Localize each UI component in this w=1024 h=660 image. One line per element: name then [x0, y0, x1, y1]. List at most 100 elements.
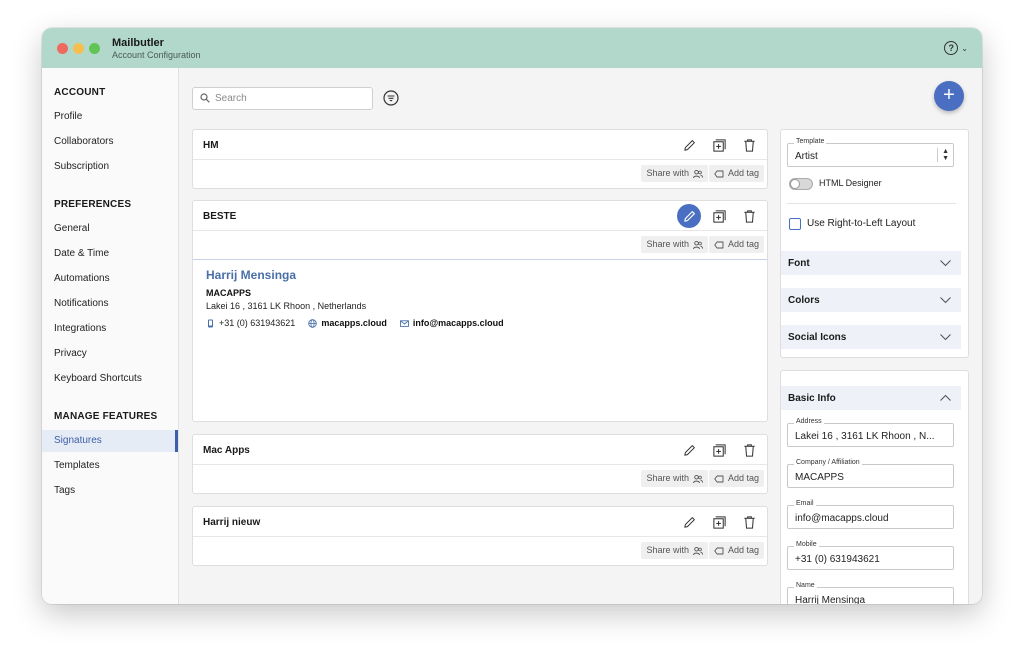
card-header: BESTE	[193, 201, 767, 231]
filter-icon[interactable]	[383, 90, 399, 106]
add-tag-button[interactable]: Add tag	[708, 470, 764, 487]
company-field[interactable]: Company / Affiliation MACAPPS	[787, 459, 954, 488]
address-field[interactable]: Address Lakei 16 , 3161 LK Rhoon , N...	[787, 418, 954, 447]
people-icon	[693, 240, 703, 249]
basic-info-section-header[interactable]: Basic Info	[781, 386, 961, 410]
edit-button[interactable]	[677, 135, 701, 155]
duplicate-button[interactable]	[707, 206, 731, 226]
mobile-value: +31 (0) 631943621	[795, 554, 880, 565]
sidebar-item-profile[interactable]: Profile	[42, 106, 178, 128]
signature-contact-line: +31 (0) 631943621 macapps.cloud info@mac…	[206, 318, 517, 328]
signature-website[interactable]: macapps.cloud	[321, 318, 387, 328]
people-icon	[693, 546, 703, 555]
sidebar-item-signatures[interactable]: Signatures	[42, 430, 178, 452]
edit-button[interactable]	[677, 204, 701, 228]
duplicate-button[interactable]	[707, 512, 731, 532]
app-subtitle: Account Configuration	[112, 50, 201, 60]
sidebar-item-tags[interactable]: Tags	[42, 480, 178, 502]
mobile-field[interactable]: Mobile +31 (0) 631943621	[787, 541, 954, 570]
html-designer-toggle[interactable]	[789, 178, 813, 190]
name-field[interactable]: Name Harrij Mensinga	[787, 582, 954, 604]
share-with-label: Share with	[646, 545, 689, 555]
company-label: Company / Affiliation	[794, 459, 862, 466]
mobile-label: Mobile	[794, 541, 819, 548]
duplicate-button[interactable]	[707, 440, 731, 460]
add-tag-label: Add tag	[727, 239, 759, 249]
html-designer-label: HTML Designer	[819, 178, 882, 188]
card-header: Harrij nieuw	[193, 507, 767, 537]
sidebar-heading-account: ACCOUNT	[54, 87, 106, 98]
sidebar-item-collaborators[interactable]: Collaborators	[42, 131, 178, 153]
tag-icon	[714, 241, 724, 248]
font-section-header[interactable]: Font	[781, 251, 961, 275]
help-menu-button[interactable]: ? ⌄	[944, 41, 968, 55]
email-value: info@macapps.cloud	[795, 513, 889, 524]
delete-button[interactable]	[737, 440, 761, 460]
pencil-icon	[683, 210, 695, 222]
tag-icon	[714, 170, 724, 177]
trash-icon	[743, 209, 755, 223]
sidebar: ACCOUNT Profile Collaborators Subscripti…	[42, 68, 179, 604]
basic-info-panel: Basic Info Address Lakei 16 , 3161 LK Rh…	[780, 370, 969, 604]
sidebar-item-privacy[interactable]: Privacy	[42, 343, 178, 365]
sidebar-heading-manage-features: MANAGE FEATURES	[54, 411, 158, 422]
sidebar-item-subscription[interactable]: Subscription	[42, 156, 178, 178]
email-field[interactable]: Email info@macapps.cloud	[787, 500, 954, 529]
pencil-icon	[683, 516, 695, 528]
title-bar: Mailbutler Account Configuration ? ⌄	[42, 28, 982, 68]
signature-phone: +31 (0) 631943621	[219, 318, 296, 328]
sidebar-item-keyboard-shortcuts[interactable]: Keyboard Shortcuts	[42, 368, 178, 390]
card-footer: Share with Add tag	[193, 160, 767, 188]
close-window-button[interactable]	[57, 43, 68, 54]
search-input[interactable]	[215, 91, 365, 106]
add-tag-label: Add tag	[727, 168, 759, 178]
tag-icon	[714, 475, 724, 482]
share-with-button[interactable]: Share with	[641, 542, 708, 559]
email-label: Email	[794, 500, 816, 507]
chevron-down-icon	[940, 334, 951, 341]
zoom-window-button[interactable]	[89, 43, 100, 54]
people-icon	[693, 474, 703, 483]
card-actions	[677, 440, 761, 460]
duplicate-icon	[712, 515, 726, 529]
signature-card: Mac Apps Share with Add tag	[192, 434, 768, 494]
signature-address: Lakei 16 , 3161 LK Rhoon , Netherlands	[206, 301, 367, 311]
template-select[interactable]: Template Artist ▲ ▼	[787, 138, 954, 167]
add-tag-button[interactable]: Add tag	[708, 542, 764, 559]
share-with-button[interactable]: Share with	[641, 165, 708, 182]
tag-icon	[714, 547, 724, 554]
rtl-layout-checkbox[interactable]	[789, 218, 801, 230]
sidebar-item-automations[interactable]: Automations	[42, 268, 178, 290]
delete-button[interactable]	[737, 206, 761, 226]
card-title: HM	[203, 140, 219, 151]
share-with-label: Share with	[646, 473, 689, 483]
design-panel: Template Artist ▲ ▼ HTML Designer Use Rig…	[780, 129, 969, 358]
add-signature-button[interactable]: +	[934, 81, 964, 111]
share-with-button[interactable]: Share with	[641, 470, 708, 487]
sidebar-item-general[interactable]: General	[42, 218, 178, 240]
sidebar-item-templates[interactable]: Templates	[42, 455, 178, 477]
share-with-button[interactable]: Share with	[641, 236, 708, 253]
signature-email[interactable]: info@macapps.cloud	[413, 318, 504, 328]
delete-button[interactable]	[737, 512, 761, 532]
share-with-label: Share with	[646, 239, 689, 249]
duplicate-button[interactable]	[707, 135, 731, 155]
card-title: Harrij nieuw	[203, 517, 261, 528]
sidebar-item-integrations[interactable]: Integrations	[42, 318, 178, 340]
sidebar-item-notifications[interactable]: Notifications	[42, 293, 178, 315]
add-tag-button[interactable]: Add tag	[708, 236, 764, 253]
edit-button[interactable]	[677, 512, 701, 532]
phone-icon	[208, 319, 213, 327]
colors-section-header[interactable]: Colors	[781, 288, 961, 312]
add-tag-button[interactable]: Add tag	[708, 165, 764, 182]
edit-button[interactable]	[677, 440, 701, 460]
minimize-window-button[interactable]	[73, 43, 84, 54]
search-icon	[200, 93, 210, 103]
sidebar-item-date-time[interactable]: Date & Time	[42, 243, 178, 265]
template-label: Template	[794, 138, 827, 145]
social-icons-section-label: Social Icons	[788, 332, 847, 343]
rtl-layout-label: Use Right-to-Left Layout	[807, 218, 916, 229]
delete-button[interactable]	[737, 135, 761, 155]
duplicate-icon	[712, 138, 726, 152]
social-icons-section-header[interactable]: Social Icons	[781, 325, 961, 349]
